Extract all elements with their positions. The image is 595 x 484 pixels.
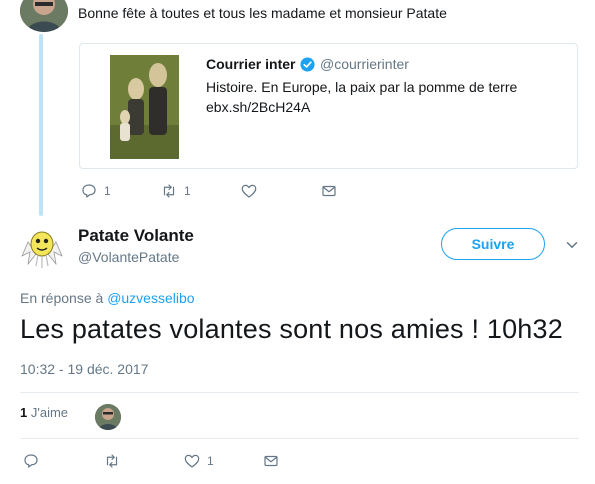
reply-count: 1 (104, 184, 111, 198)
thread-line (39, 34, 43, 216)
follow-button[interactable]: Suivre (441, 228, 545, 260)
mail-icon (322, 185, 336, 197)
user-avatar[interactable] (20, 0, 68, 32)
retweet-icon (163, 184, 175, 198)
chevron-down-icon[interactable] (563, 236, 581, 254)
like-button[interactable]: 1 (183, 452, 214, 470)
divider (20, 438, 579, 439)
reply-icon (82, 184, 96, 198)
like-count: 1 (207, 454, 214, 468)
reply-context: En réponse à @uzvesselibo (20, 290, 195, 306)
like-button[interactable] (240, 182, 264, 200)
message-button[interactable] (320, 182, 344, 200)
author-handle[interactable]: @VolantePatate (78, 249, 179, 265)
liker-avatar[interactable] (95, 404, 121, 430)
heart-icon (184, 454, 200, 468)
user-avatar-icon (95, 404, 121, 430)
user-avatar-icon (20, 0, 68, 32)
quoted-tweet-link[interactable]: ebx.sh/2BcH24A (206, 97, 517, 117)
quoted-tweet-card[interactable]: Courrier inter @courrierinter Histoire. … (79, 43, 578, 169)
quoted-author-handle: @courrierinter (320, 56, 409, 72)
quoted-tweet-body: Histoire. En Europe, la paix par la pomm… (206, 77, 517, 117)
retweet-button[interactable] (103, 452, 127, 470)
heart-icon (241, 184, 257, 198)
tweet-timestamp[interactable]: 10:32 - 19 déc. 2017 (20, 361, 148, 377)
flying-potato-avatar-icon (20, 226, 64, 270)
tweet-text: Bonne fête à toutes et tous les madame e… (78, 5, 447, 21)
quoted-author-name[interactable]: Courrier inter (206, 56, 295, 72)
reply-button[interactable]: 1 (80, 182, 111, 200)
tweet-text-main: Les patates volantes sont nos amies ! 10… (20, 314, 563, 344)
mail-icon (264, 455, 278, 467)
author-name[interactable]: Patate Volante (78, 226, 194, 246)
retweet-icon (106, 454, 118, 468)
retweet-count: 1 (184, 184, 191, 198)
reply-prefix: En réponse à (20, 290, 104, 306)
divider (20, 392, 579, 393)
retweet-button[interactable]: 1 (160, 182, 191, 200)
verified-badge-icon (300, 57, 315, 72)
likes-summary[interactable]: 1 J'aime (20, 405, 68, 420)
reply-button[interactable] (22, 452, 46, 470)
message-button[interactable] (262, 452, 286, 470)
likes-label: J'aime (30, 405, 69, 420)
reply-icon (24, 454, 38, 468)
reply-mention-link[interactable]: @uzvesselibo (107, 290, 194, 306)
likes-count: 1 (20, 405, 28, 420)
quoted-tweet-image (110, 55, 179, 159)
patate-avatar[interactable] (20, 226, 64, 270)
quoted-tweet-text: Histoire. En Europe, la paix par la pomm… (206, 79, 518, 95)
